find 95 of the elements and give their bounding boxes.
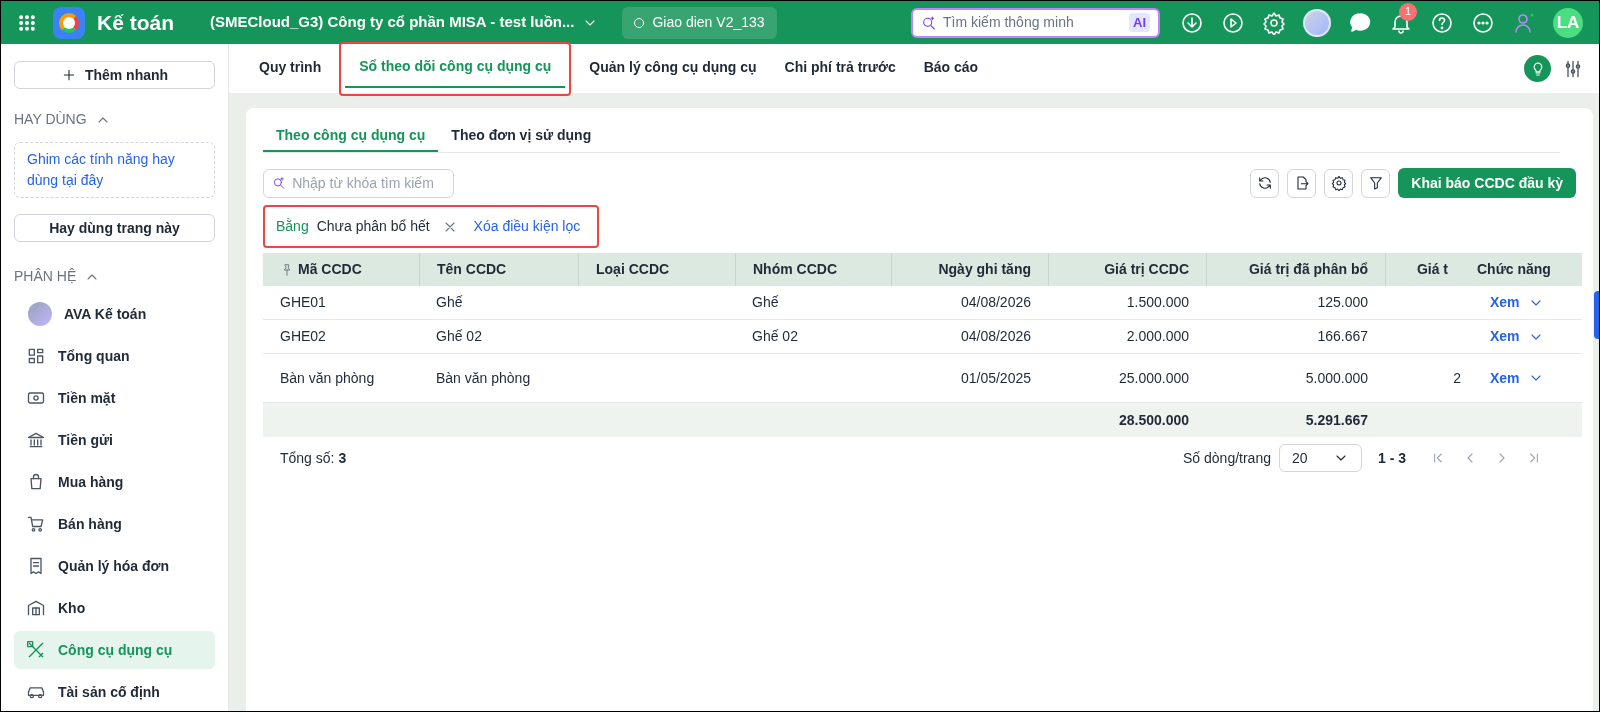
cart-icon: [26, 514, 46, 534]
table-cell: Ghế: [436, 294, 463, 310]
table-cell: Ghế 02: [752, 328, 798, 344]
refresh-icon: [1256, 175, 1273, 191]
table-cell: 04/08/2026: [960, 294, 1031, 310]
tab[interactable]: Sổ theo dõi công cụ dụng cụ: [345, 47, 566, 88]
download-icon: [1180, 10, 1204, 35]
smart-search-field[interactable]: Tìm kiếm thông minh AI: [911, 7, 1160, 38]
apps-menu-icon: [17, 12, 37, 33]
tab[interactable]: Quy trình: [245, 48, 336, 89]
app-logo-icon: [53, 6, 85, 39]
total-count: Tổng số: 3: [280, 448, 347, 468]
sidebar-item[interactable]: Tiền mặt: [14, 379, 215, 417]
pin-page-button[interactable]: Hay dùng trang này: [14, 214, 215, 242]
sidebar-item[interactable]: Mua hàng: [14, 463, 215, 501]
column-header[interactable]: Ngày ghi tăng: [938, 259, 1031, 280]
avatar-icon[interactable]: [1303, 8, 1331, 37]
table-cell: 166.667: [1317, 328, 1368, 344]
column-header[interactable]: Giá trị CCDC: [1104, 259, 1189, 280]
sparkle-search-icon: [921, 14, 937, 31]
chat-icon: [1348, 10, 1372, 35]
view-link[interactable]: Xem: [1490, 292, 1520, 313]
clear-filter-link[interactable]: Xóa điều kiện lọc: [473, 216, 581, 237]
more-icon: [1471, 10, 1495, 35]
page-range: 1 - 3: [1378, 448, 1406, 468]
table-cell: GHE01: [280, 294, 326, 310]
sub-tab[interactable]: Theo đơn vị sử dụng: [438, 120, 605, 152]
sparkle-search-icon: [272, 175, 287, 191]
section-title: HAY DÙNG: [14, 110, 87, 129]
sidebar-item[interactable]: AVA Kế toán: [14, 295, 215, 333]
favorites-hint: Ghim các tính năng hay dùng tại đây: [14, 142, 215, 198]
filter-value: Chưa phân bổ hết: [316, 217, 430, 236]
table-cell: Ghế 02: [436, 328, 482, 344]
warehouse-icon: [26, 598, 46, 618]
sidebar-item[interactable]: Quản lý hóa đơn: [14, 547, 215, 585]
search-field[interactable]: Nhập từ khóa tìm kiếm: [263, 168, 454, 198]
app-title: Kế toán: [97, 9, 174, 36]
settings-icon: [1330, 175, 1347, 191]
tips-button[interactable]: [1524, 55, 1551, 82]
table-cell: 2: [1453, 369, 1461, 386]
grid-icon: [26, 346, 46, 366]
tab[interactable]: Chi phí trả trước: [770, 48, 910, 89]
scroll-handle[interactable]: [1594, 291, 1599, 339]
section-title: PHÂN HỆ: [14, 267, 77, 286]
sidebar-item[interactable]: Bán hàng: [14, 505, 215, 543]
settings-button[interactable]: [1324, 168, 1354, 198]
total-cell: 28.500.000: [1118, 411, 1189, 428]
table-cell: 04/08/2026: [960, 328, 1031, 344]
avatar-icon: [28, 302, 52, 326]
sliders-icon: [1563, 58, 1583, 79]
declare-button[interactable]: Khai báo CCDC đầu kỳ: [1398, 168, 1576, 198]
tab[interactable]: Quản lý công cụ dụng cụ: [575, 48, 771, 89]
column-header[interactable]: Loại CCDC: [596, 259, 670, 280]
table-cell: 2.000.000: [1126, 328, 1189, 344]
sidebar-item[interactable]: Tổng quan: [14, 337, 215, 375]
filter-button[interactable]: [1361, 168, 1391, 198]
settings-icon: [1262, 10, 1286, 35]
column-header[interactable]: Giá t: [1416, 259, 1448, 280]
view-link[interactable]: Xem: [1490, 367, 1520, 389]
sidebar-item[interactable]: Tiền gửi: [14, 421, 215, 459]
view-link[interactable]: Xem: [1490, 326, 1520, 347]
ai-badge: AI: [1129, 12, 1150, 33]
sidebar-item[interactable]: Tài sản cố định: [14, 673, 215, 711]
notification-badge: 1: [1399, 2, 1417, 21]
page-size-select[interactable]: 20: [1279, 444, 1362, 472]
table-cell: 1.500.000: [1126, 294, 1189, 310]
column-header[interactable]: Giá trị đã phân bổ: [1249, 259, 1368, 280]
table-cell: 125.000: [1317, 294, 1368, 310]
table-row[interactable]: GHE02 Ghế 02 Ghế 02 04/08/2026 2.000.000 166.667 Xem: [263, 320, 1582, 354]
play-icon: [1221, 10, 1245, 35]
column-header[interactable]: Nhóm CCDC: [753, 259, 837, 280]
table-cell: Bàn văn phòng: [436, 369, 531, 386]
tab[interactable]: Báo cáo: [909, 48, 993, 89]
page-size-label: Số dòng/trang: [1183, 448, 1271, 468]
help-icon: [1430, 10, 1454, 35]
column-header[interactable]: Tên CCDC: [437, 259, 507, 280]
company-selector[interactable]: (SMECloud_G3) Công ty cổ phần MISA - test luồn...: [210, 11, 599, 34]
column-header[interactable]: Mã CCDC: [298, 259, 362, 280]
filter-icon: [1367, 175, 1384, 191]
export-button[interactable]: [1287, 168, 1317, 198]
table-cell: 5.000.000: [1305, 369, 1368, 386]
table-row[interactable]: GHE01 Ghế Ghế 04/08/2026 1.500.000 125.000 Xem: [263, 286, 1582, 320]
sub-tab[interactable]: Theo công cụ dụng cụ: [263, 120, 439, 152]
table-cell: 25.000.000: [1118, 369, 1189, 386]
total-cell: 5.291.667: [1305, 411, 1368, 428]
filter-operator: Bằng: [276, 217, 309, 236]
table-cell: GHE02: [280, 328, 326, 344]
column-header[interactable]: Chức năng: [1477, 259, 1551, 280]
sidebar-item[interactable]: Kho: [14, 589, 215, 627]
table-cell: 01/05/2025: [960, 369, 1031, 386]
refresh-button[interactable]: [1250, 168, 1280, 198]
quick-add-button[interactable]: Thêm nhanh: [14, 61, 215, 89]
bank-icon: [26, 430, 46, 450]
table-cell: Bàn văn phòng: [280, 369, 375, 386]
table-cell: Ghế: [752, 294, 779, 310]
